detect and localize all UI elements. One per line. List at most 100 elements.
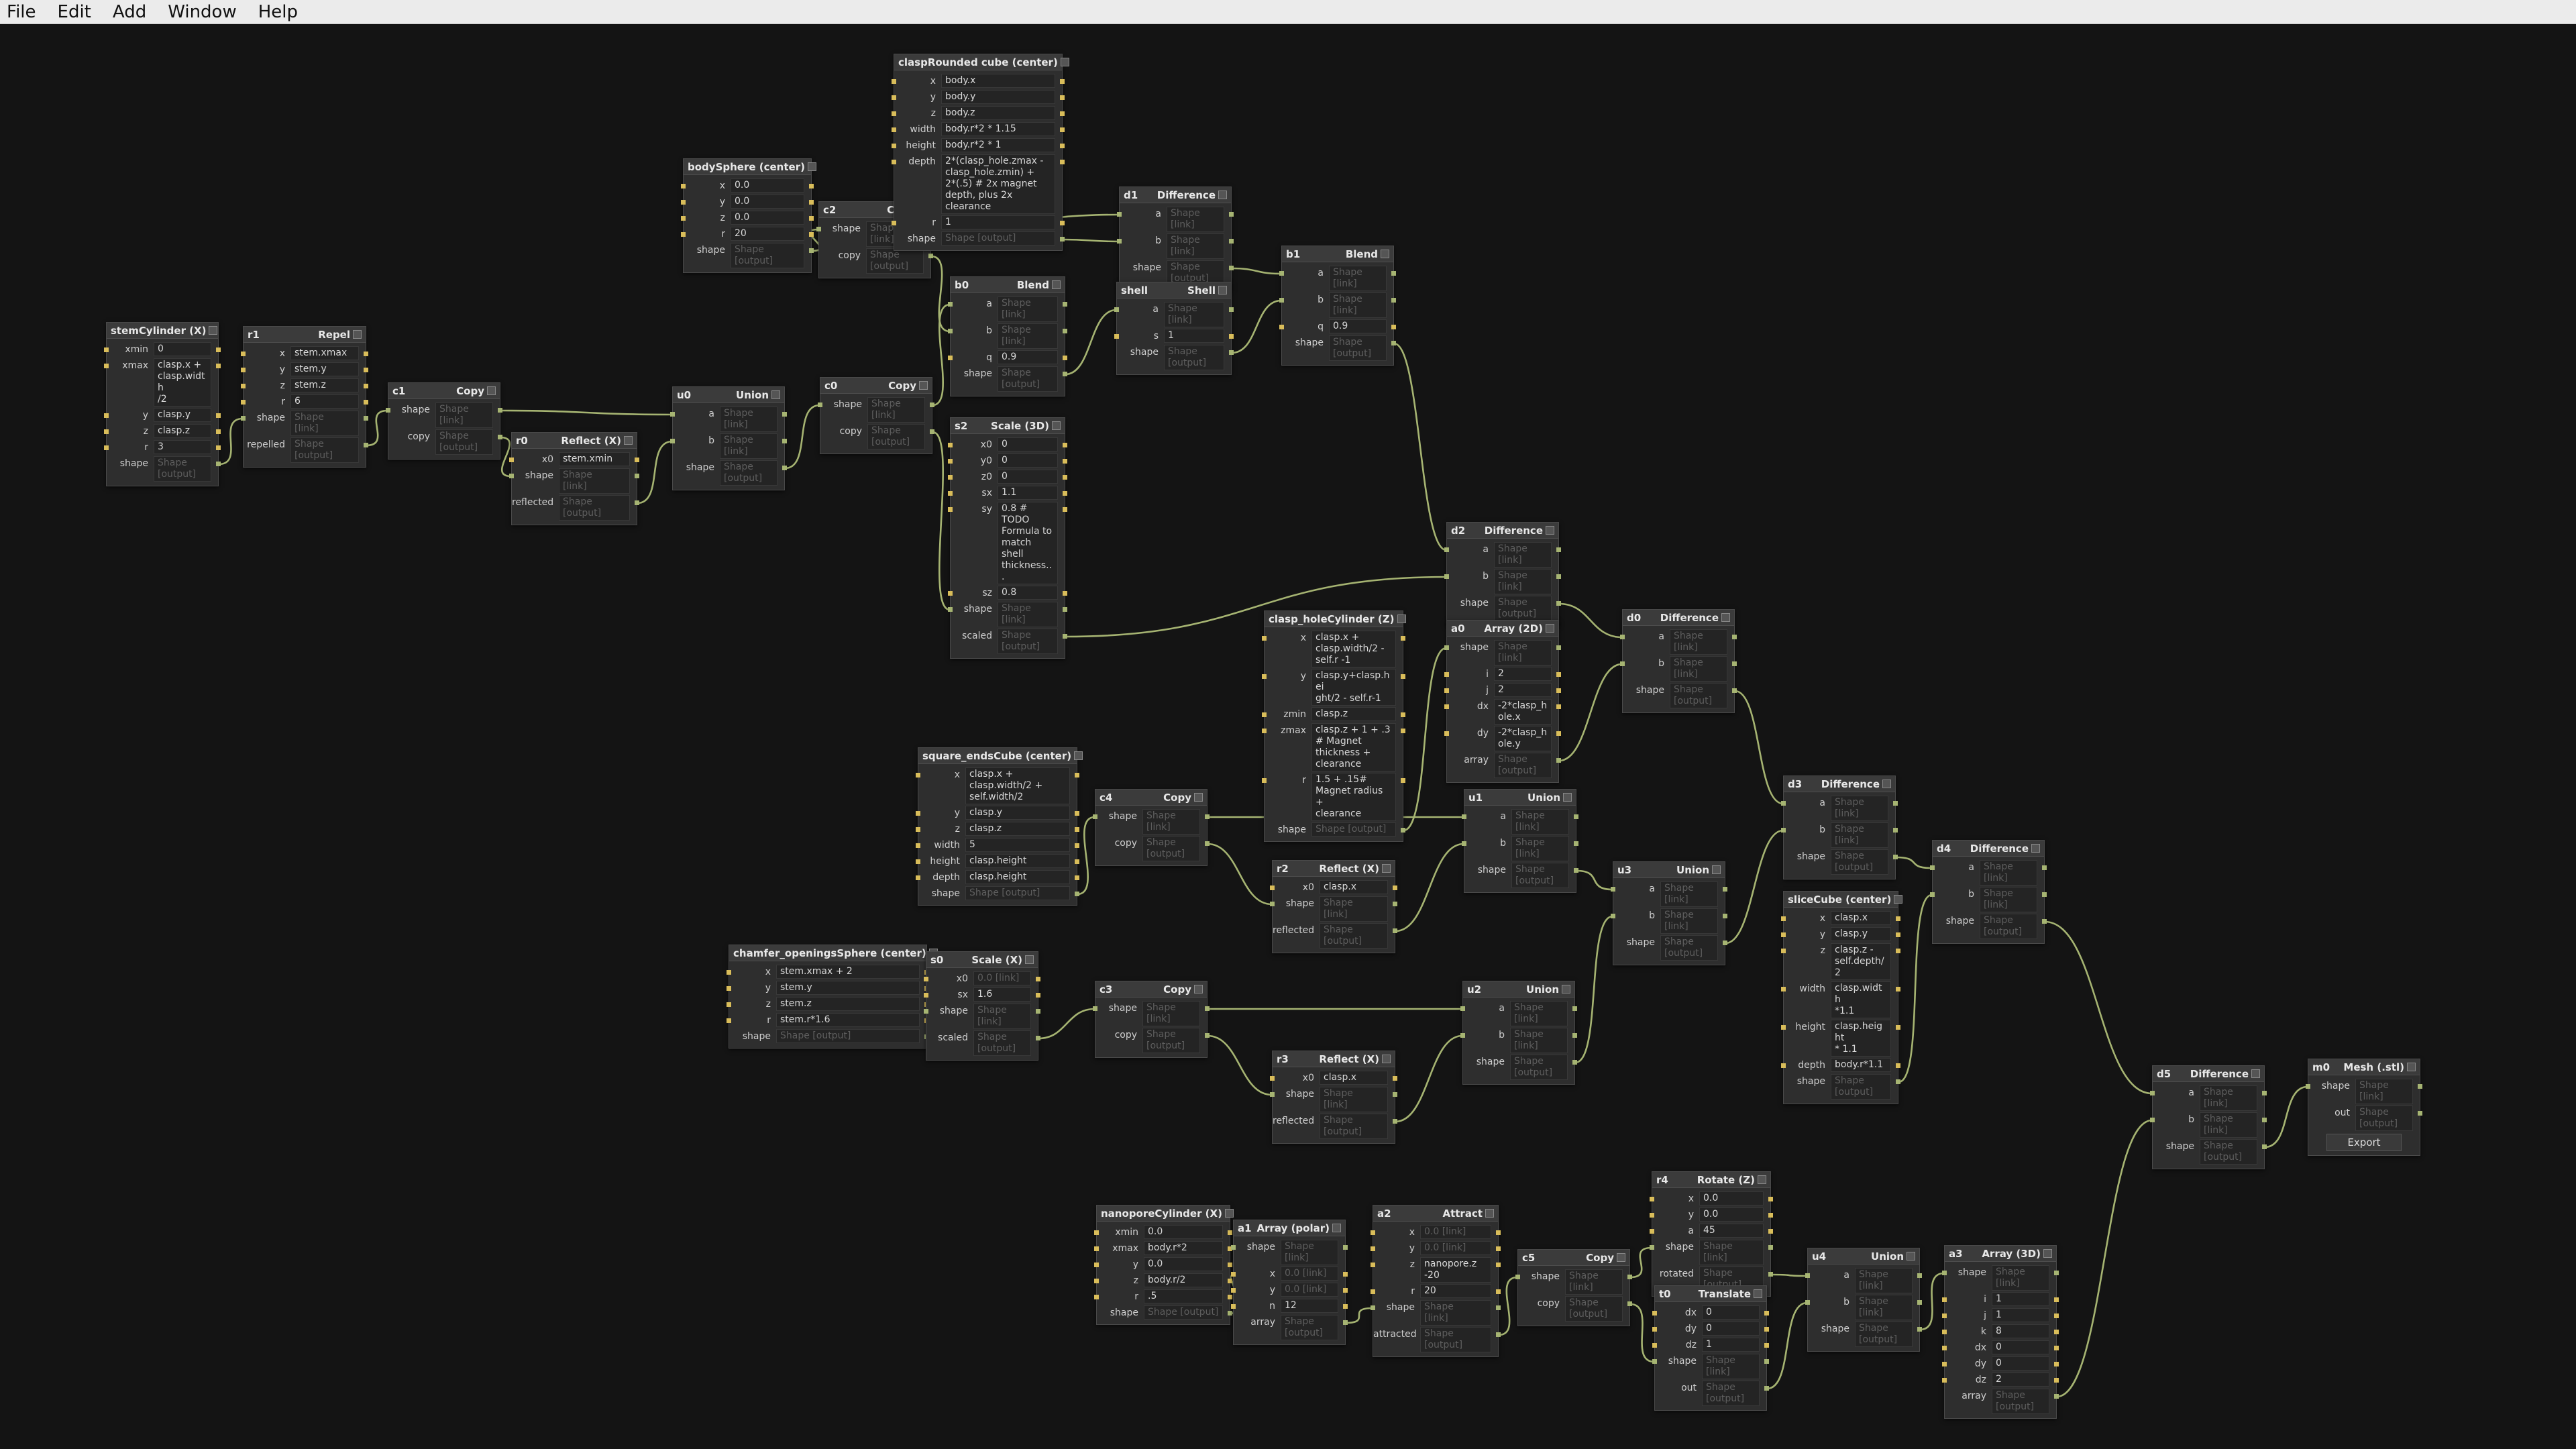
input-port[interactable]: [1371, 1305, 1375, 1310]
datum-field[interactable]: Shape [link]: [1329, 266, 1387, 291]
output-port[interactable]: [1229, 307, 1234, 312]
output-port[interactable]: [930, 402, 934, 407]
output-port[interactable]: [1228, 1311, 1232, 1316]
menu-edit[interactable]: Edit: [58, 2, 91, 22]
output-port[interactable]: [1764, 1343, 1769, 1348]
input-port[interactable]: [104, 445, 109, 450]
datum-field[interactable]: Shape [output]: [1992, 1389, 2049, 1414]
close-icon[interactable]: [1194, 985, 1203, 994]
output-port[interactable]: [1893, 801, 1898, 806]
datum-field[interactable]: Shape [link]: [1510, 1028, 1568, 1053]
datum-field[interactable]: Shape [link]: [1660, 908, 1718, 934]
node-d1[interactable]: d1 Difference a Shape [link] b Shape [link] sh…: [1117, 186, 1234, 290]
node-name[interactable]: nanopore: [1101, 1208, 1155, 1220]
input-port[interactable]: [948, 459, 953, 464]
datum-field[interactable]: Shape [output]: [1281, 1315, 1338, 1340]
datum-field[interactable]: stem.y: [776, 981, 920, 995]
datum-field[interactable]: clasp.x + clasp.width/2 - self.r -1: [1311, 631, 1396, 667]
node-d3[interactable]: d3 Difference a Shape [link] b Shape [link] sh…: [1781, 775, 1898, 879]
node-d2[interactable]: d2 Difference a Shape [link] b Shape [link] sh…: [1444, 522, 1561, 626]
input-port[interactable]: [2150, 1118, 2155, 1122]
close-icon[interactable]: [1218, 191, 1227, 199]
node-header[interactable]: shell Shell: [1117, 282, 1231, 299]
input-port[interactable]: [1652, 1327, 1657, 1332]
close-icon[interactable]: [1218, 286, 1227, 294]
output-port[interactable]: [1768, 1245, 1773, 1250]
datum-field[interactable]: Shape [output]: [998, 366, 1058, 392]
output-port[interactable]: [2054, 1271, 2059, 1275]
input-port[interactable]: [727, 1018, 731, 1023]
input-port[interactable]: [1942, 1330, 1947, 1334]
input-port[interactable]: [1444, 704, 1449, 709]
node-name[interactable]: b0: [955, 279, 969, 291]
node-name[interactable]: shell: [1121, 284, 1148, 297]
output-port[interactable]: [1764, 1359, 1769, 1364]
datum-field[interactable]: 0.0: [731, 195, 804, 209]
close-icon[interactable]: [1052, 280, 1061, 289]
datum-field[interactable]: 20: [1420, 1284, 1491, 1298]
node-c3[interactable]: c3 Copy shape Shape [link] copy Shape [output…: [1093, 981, 1210, 1058]
close-icon[interactable]: [1562, 985, 1570, 994]
output-port[interactable]: [1896, 1079, 1900, 1084]
node-name[interactable]: c2: [823, 204, 836, 216]
datum-field[interactable]: Shape [link]: [1699, 1240, 1764, 1265]
input-port[interactable]: [924, 1009, 928, 1014]
input-port[interactable]: [386, 408, 390, 413]
input-port[interactable]: [1114, 307, 1119, 312]
node-slice[interactable]: slice Cube (center) x clasp.x y clasp.y z clasp…: [1781, 891, 1903, 1104]
input-port[interactable]: [1650, 1213, 1654, 1218]
datum-field[interactable]: body.r/2: [1144, 1273, 1223, 1287]
node-header[interactable]: a1 Array (polar): [1234, 1220, 1345, 1236]
datum-field[interactable]: stem.r*1.6: [776, 1013, 920, 1027]
datum-field[interactable]: 12: [1281, 1299, 1338, 1313]
input-port[interactable]: [1650, 1245, 1654, 1250]
output-port[interactable]: [1036, 977, 1040, 981]
node-c5[interactable]: c5 Copy shape Shape [link] copy Shape [output…: [1515, 1249, 1632, 1326]
close-icon[interactable]: [1758, 1175, 1766, 1184]
datum-field[interactable]: Shape [output]: [720, 460, 777, 486]
datum-field[interactable]: Shape [link]: [998, 297, 1058, 322]
node-name[interactable]: s2: [955, 420, 967, 432]
datum-field[interactable]: clasp.x: [1320, 1071, 1388, 1085]
input-port[interactable]: [1262, 729, 1267, 733]
node-a0[interactable]: a0 Array (2D) shape Shape [link] i 2 j 2 dx -2*cl…: [1444, 620, 1561, 783]
node-nanopore[interactable]: nanopore Cylinder (X) xmin 0.0 xmax body.r*2 y…: [1094, 1205, 1234, 1325]
output-port[interactable]: [1768, 1197, 1773, 1201]
output-port[interactable]: [809, 184, 814, 189]
node-square-ends[interactable]: square_ends Cube (center) x clasp.x + clasp…: [916, 747, 1083, 906]
datum-field[interactable]: clasp.x + clasp.width /2: [154, 358, 211, 407]
output-port[interactable]: [1343, 1245, 1348, 1250]
datum-field[interactable]: 2: [1494, 683, 1552, 697]
output-port[interactable]: [1036, 1009, 1040, 1014]
output-port[interactable]: [1063, 491, 1067, 496]
datum-field[interactable]: Shape [output]: [1164, 345, 1224, 370]
datum-field[interactable]: .5: [1144, 1289, 1223, 1303]
output-port[interactable]: [1896, 932, 1900, 937]
node-name[interactable]: m0: [2312, 1061, 2330, 1073]
input-port[interactable]: [948, 356, 953, 360]
input-port[interactable]: [892, 111, 896, 116]
node-stem[interactable]: stem Cylinder (X) xmin 0 xmax clasp.x + clasp…: [104, 322, 221, 486]
node-name[interactable]: u2: [1467, 983, 1481, 996]
output-port[interactable]: [1229, 350, 1234, 355]
datum-field[interactable]: clasp.z + 1 + .3 # Magnet thickness + cl…: [1311, 723, 1396, 771]
output-port[interactable]: [1063, 475, 1067, 480]
output-port[interactable]: [1496, 1246, 1501, 1251]
input-port[interactable]: [948, 329, 953, 333]
node-name[interactable]: square_ends: [922, 750, 994, 762]
output-port[interactable]: [1732, 688, 1737, 693]
datum-field[interactable]: Shape [link]: [1494, 542, 1552, 568]
datum-field[interactable]: Shape [output]: [998, 629, 1058, 654]
output-port[interactable]: [1075, 843, 1079, 848]
datum-field[interactable]: Shape [link]: [867, 397, 925, 423]
input-port[interactable]: [1444, 547, 1449, 552]
node-u4[interactable]: u4 Union a Shape [link] b Shape [link] shape Sh…: [1805, 1248, 1922, 1352]
datum-field[interactable]: 0: [1702, 1322, 1760, 1336]
datum-field[interactable]: Shape [link]: [1511, 836, 1569, 861]
output-port[interactable]: [1343, 1304, 1348, 1309]
datum-field[interactable]: Shape [link]: [1660, 881, 1718, 907]
input-port[interactable]: [1094, 1279, 1099, 1283]
output-port[interactable]: [1401, 712, 1405, 717]
node-r4[interactable]: r4 Rotate (Z) x 0.0 y 0.0 a 45 shape Shape [link]…: [1650, 1171, 1773, 1297]
datum-field[interactable]: Shape [link]: [1167, 233, 1224, 259]
